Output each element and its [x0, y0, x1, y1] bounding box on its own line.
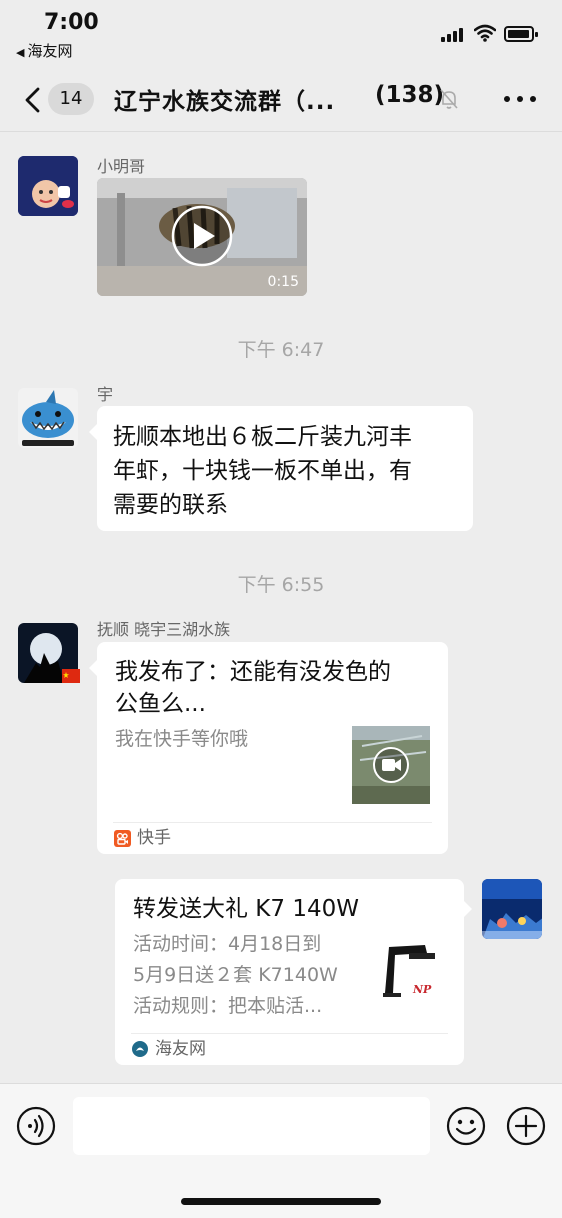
message-text-line: 抚顺本地出６板二斤装九河丰 [113, 424, 412, 450]
sender-name: 宇 [97, 385, 114, 404]
card-source: 海友网 [131, 1033, 448, 1065]
unread-count-badge[interactable]: 14 [48, 83, 94, 115]
mute-bell-icon [440, 89, 458, 109]
link-card-message[interactable]: 转发送大礼 K7 140W 活动时间：4月18日到 5月9日送２套 K7140W… [115, 879, 472, 1065]
battery-icon [504, 26, 538, 42]
message-text-line: 年虾，十块钱一板不单出，有 [113, 458, 412, 484]
text-message-bubble[interactable]: 抚顺本地出６板二斤装九河丰 年虾，十块钱一板不单出，有 需要的联系 [89, 406, 473, 531]
kuaishou-logo-icon [114, 830, 131, 847]
avatar-shark-image [18, 388, 78, 448]
message-text-input[interactable] [73, 1097, 430, 1155]
wifi-icon [474, 24, 496, 42]
more-options-icon[interactable] [504, 96, 536, 102]
emoji-icon[interactable] [446, 1106, 486, 1146]
message-text-line: 需要的联系 [113, 492, 228, 518]
aquarium-light-icon [375, 935, 447, 1007]
timestamp: 下午 6:47 [237, 339, 325, 361]
chat-header: 14 辽宁水族交流群（... (138) [0, 66, 562, 132]
add-attachment-icon[interactable] [506, 1106, 546, 1146]
avatar[interactable] [18, 156, 78, 216]
avatar[interactable] [18, 388, 78, 448]
avatar-meme-image [18, 156, 78, 216]
timestamp: 下午 6:55 [237, 574, 325, 596]
card-description: 我在快手等你哦 [115, 728, 249, 750]
sender-name: 抚顺 晓宇三湖水族 [97, 620, 231, 639]
return-app-label: 海友网 [27, 42, 73, 60]
video-duration: 0:15 [267, 274, 299, 290]
chat-title: 辽宁水族交流群（... [114, 89, 336, 115]
card-description-line: 5月9日送２套 K7140W [133, 964, 338, 986]
cellular-signal-icon [441, 28, 467, 42]
link-card-message[interactable]: 我发布了：还能有没发色的 公鱼么... 我在快手等你哦 快手 [89, 642, 448, 854]
back-triangle-icon: ◀ [16, 46, 25, 59]
product-brand-label: NP [413, 983, 432, 996]
status-bar: 7:00 ◀ 海友网 [0, 0, 562, 66]
card-title: 转发送大礼 K7 140W [133, 896, 359, 922]
china-flag-icon [62, 669, 80, 683]
card-source-name: 海友网 [155, 1039, 206, 1059]
avatar[interactable] [18, 623, 80, 683]
card-title-line: 我发布了：还能有没发色的 [115, 659, 391, 685]
card-description-line: 活动时间：4月18日到 [133, 933, 322, 955]
card-description-line: 活动规则：把本贴活... [133, 995, 323, 1017]
home-indicator[interactable] [181, 1198, 381, 1205]
card-video-thumbnail [352, 726, 430, 804]
card-source: 快手 [113, 822, 432, 854]
back-chevron-icon[interactable] [22, 86, 44, 114]
card-source-name: 快手 [137, 828, 171, 848]
member-count: (138) [375, 82, 445, 108]
avatar-aquarium-image [482, 879, 542, 939]
card-title-line: 公鱼么... [115, 691, 206, 717]
return-to-app-link[interactable]: ◀ 海友网 [16, 40, 72, 61]
avatar[interactable] [482, 879, 542, 939]
status-time: 7:00 [44, 10, 99, 35]
video-message[interactable]: 0:15 [97, 178, 307, 296]
haiyou-logo-icon [132, 1041, 148, 1057]
card-product-thumbnail: NP [375, 935, 447, 1007]
voice-input-icon[interactable] [16, 1106, 56, 1146]
sender-name: 小明哥 [97, 157, 146, 176]
